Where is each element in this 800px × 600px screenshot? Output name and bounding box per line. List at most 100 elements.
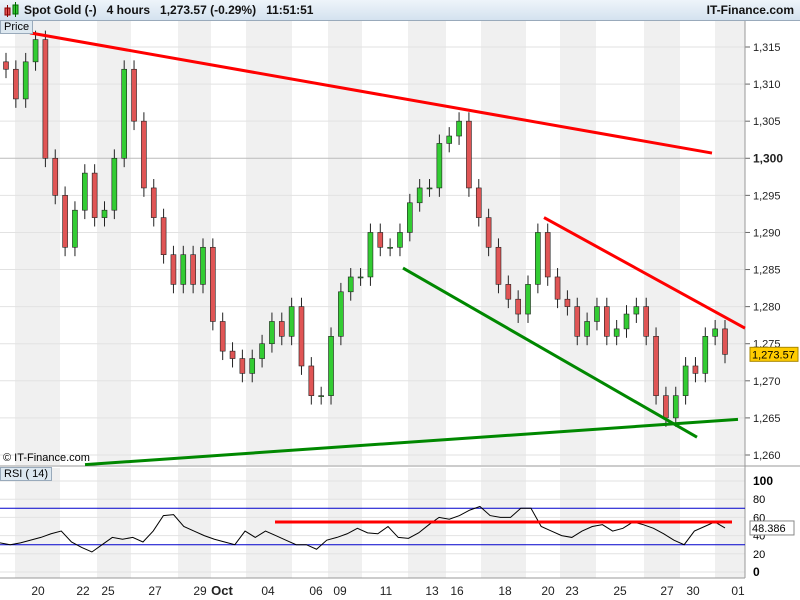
candle bbox=[190, 254, 196, 285]
x-tick-label: 23 bbox=[565, 584, 579, 598]
candle bbox=[91, 172, 98, 218]
x-tick-label: 20 bbox=[541, 584, 555, 598]
candle bbox=[62, 195, 68, 248]
candle bbox=[672, 395, 679, 419]
candle bbox=[150, 187, 157, 218]
candle bbox=[13, 68, 19, 100]
y-tick-label: 1,300 bbox=[753, 151, 783, 165]
candle bbox=[613, 328, 620, 337]
chart-canvas[interactable]: 1,2601,2651,2701,2751,2801,2851,2901,295… bbox=[0, 0, 800, 600]
candle bbox=[495, 246, 502, 285]
y-tick-label: 1,310 bbox=[753, 79, 781, 91]
price-panel-label: Price bbox=[0, 20, 34, 34]
candle bbox=[643, 306, 650, 337]
x-tick-label: 30 bbox=[686, 584, 700, 598]
x-tick-label: 04 bbox=[261, 584, 275, 598]
candle bbox=[574, 306, 581, 337]
candle bbox=[229, 350, 236, 359]
candle bbox=[712, 328, 718, 337]
y-tick-label: 1,315 bbox=[753, 42, 781, 54]
candle bbox=[692, 365, 699, 374]
candle bbox=[633, 306, 640, 315]
day-stripe bbox=[178, 468, 211, 578]
day-stripe bbox=[408, 21, 446, 465]
rsi-tick-label: 0 bbox=[753, 565, 760, 579]
candle bbox=[554, 276, 561, 300]
y-tick-label: 1,305 bbox=[753, 116, 781, 128]
candle bbox=[210, 246, 216, 322]
candle bbox=[170, 254, 177, 285]
x-tick-label: 27 bbox=[660, 584, 674, 598]
candle bbox=[505, 284, 512, 300]
candle bbox=[475, 187, 482, 218]
candle bbox=[397, 232, 403, 248]
candle bbox=[160, 217, 167, 256]
candle bbox=[416, 187, 423, 204]
day-stripe bbox=[15, 468, 60, 578]
x-tick-label: 09 bbox=[333, 584, 347, 598]
x-tick-label: 29 bbox=[193, 584, 207, 598]
candle bbox=[298, 306, 305, 367]
candle bbox=[259, 343, 265, 359]
y-tick-label: 1,270 bbox=[753, 376, 781, 388]
candle bbox=[32, 39, 39, 63]
y-tick-label: 1,290 bbox=[753, 227, 781, 239]
rsi-panel-label: RSI ( 14) bbox=[0, 467, 53, 481]
y-tick-label: 1,265 bbox=[753, 413, 781, 425]
candle bbox=[604, 306, 610, 337]
rsi-tick-label: 20 bbox=[753, 549, 765, 561]
day-stripe bbox=[246, 21, 292, 465]
candle bbox=[200, 246, 206, 285]
last-price-label: 1,273.57 bbox=[752, 349, 795, 361]
y-tick-label: 1,280 bbox=[753, 302, 781, 314]
candle bbox=[594, 306, 600, 322]
candle bbox=[653, 336, 659, 396]
candle bbox=[347, 276, 354, 293]
x-tick-label: 20 bbox=[31, 584, 45, 598]
candle bbox=[52, 157, 59, 196]
candle bbox=[111, 157, 118, 211]
x-tick-label: 11 bbox=[380, 584, 393, 598]
candle bbox=[42, 39, 49, 159]
candle bbox=[525, 284, 531, 315]
candle bbox=[131, 68, 137, 122]
x-tick-label: 25 bbox=[101, 584, 115, 598]
day-stripe bbox=[715, 21, 745, 465]
rsi-tick-label: 100 bbox=[753, 474, 773, 488]
x-tick-label: 27 bbox=[148, 584, 162, 598]
candle bbox=[308, 365, 315, 396]
candle bbox=[121, 68, 127, 159]
candle bbox=[101, 209, 108, 218]
candle bbox=[338, 291, 344, 337]
rsi-tick-label: 80 bbox=[753, 494, 765, 506]
candle bbox=[515, 298, 521, 315]
x-tick-label: 18 bbox=[498, 584, 512, 598]
rsi-value-label: 48.386 bbox=[752, 523, 786, 535]
candle bbox=[141, 120, 147, 189]
candle bbox=[318, 395, 324, 397]
candle bbox=[407, 202, 413, 233]
candle bbox=[426, 187, 433, 190]
candle bbox=[702, 336, 709, 374]
candle bbox=[456, 120, 462, 137]
candle bbox=[436, 143, 443, 189]
x-tick-label: 22 bbox=[76, 584, 90, 598]
day-stripe bbox=[178, 21, 211, 465]
candle bbox=[278, 321, 285, 337]
candle bbox=[219, 321, 226, 352]
y-tick-label: 1,285 bbox=[753, 265, 781, 277]
x-tick-label: 01 bbox=[731, 584, 745, 598]
candle bbox=[446, 135, 453, 144]
candle bbox=[3, 61, 9, 70]
candle bbox=[239, 358, 246, 374]
candle bbox=[367, 232, 374, 278]
candle bbox=[328, 336, 334, 396]
x-tick-label: 06 bbox=[309, 584, 323, 598]
day-stripe bbox=[15, 21, 60, 465]
candle bbox=[180, 254, 187, 285]
candle bbox=[387, 246, 393, 249]
candle bbox=[623, 313, 630, 330]
candle bbox=[22, 61, 29, 100]
x-tick-label: 13 bbox=[425, 584, 439, 598]
candle bbox=[466, 120, 472, 189]
